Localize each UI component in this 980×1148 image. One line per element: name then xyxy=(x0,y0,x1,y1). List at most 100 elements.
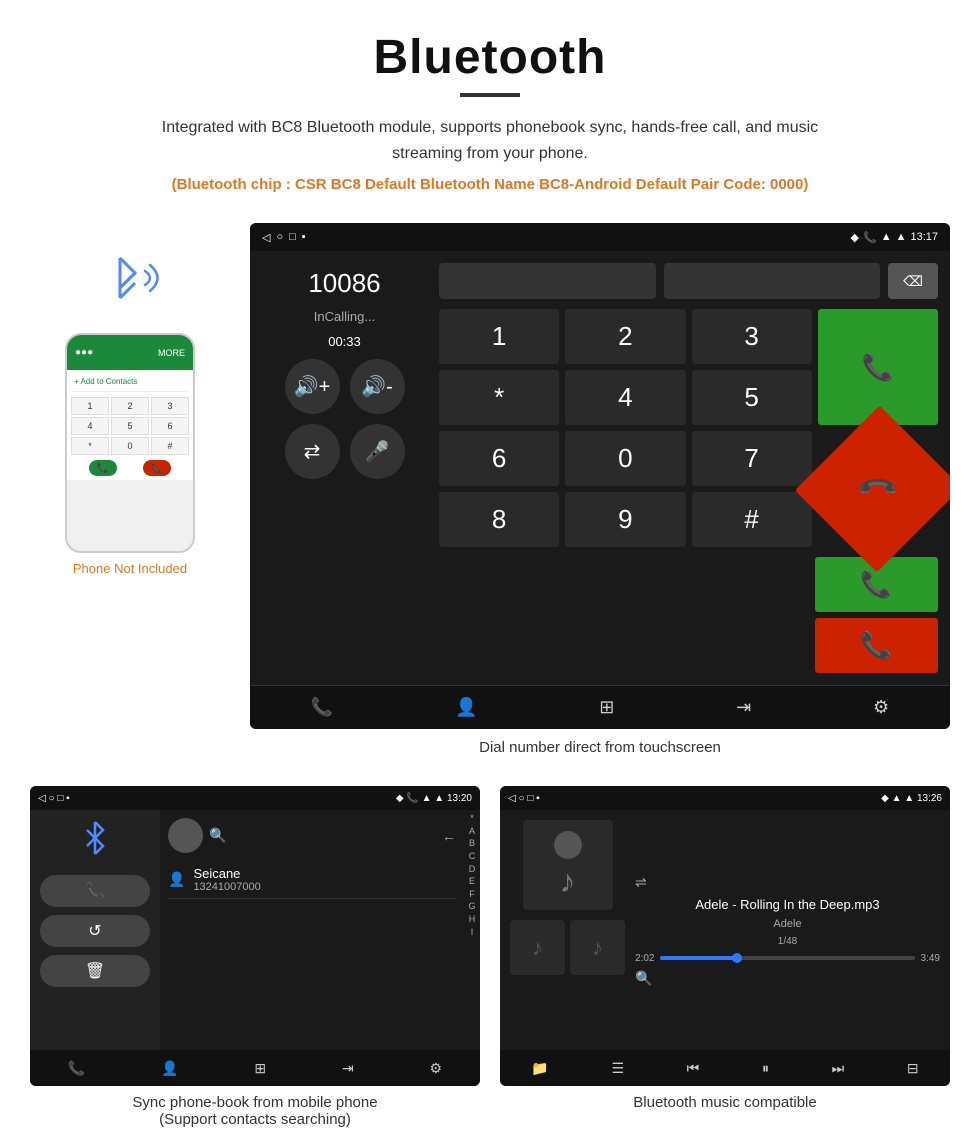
music-nav-next[interactable]: ⏭ xyxy=(832,1060,845,1077)
phone-key-4[interactable]: 4 xyxy=(71,417,109,435)
music-note-icon: ♪ xyxy=(560,863,576,900)
music-nav-folder[interactable]: 📁 xyxy=(531,1060,548,1077)
phone-body: + Add to Contacts 1 2 3 4 5 6 * 0 # 📞 xyxy=(67,370,193,480)
music-shuffle-icon[interactable]: ⇌ xyxy=(635,874,940,891)
nav-transfer-icon[interactable]: ⇥ xyxy=(736,697,751,718)
pb-letter-h[interactable]: H xyxy=(469,913,476,926)
nav-apps-icon[interactable]: ⊞ xyxy=(599,697,614,718)
key-6[interactable]: 6 xyxy=(439,431,559,486)
dial-input-box-1 xyxy=(439,263,656,299)
key-star[interactable]: * xyxy=(439,370,559,425)
pb-nav-transfer[interactable]: ⇥ xyxy=(342,1060,354,1077)
pb-sidebar: 📞 ↺ 🗑 xyxy=(30,810,160,1050)
music-dot-icon: ▪ xyxy=(536,793,540,804)
pb-letter-e[interactable]: E xyxy=(469,875,475,888)
call-red-btn[interactable]: 📞 xyxy=(815,618,938,673)
nav-phone-icon[interactable]: 📞 xyxy=(311,697,333,718)
vol-up-btn[interactable]: 🔊+ xyxy=(285,359,340,414)
swap-btn[interactable]: ⇄ xyxy=(285,424,340,479)
pb-nav-settings[interactable]: ⚙ xyxy=(430,1060,443,1077)
pb-signal-icon: ▲ xyxy=(422,793,432,804)
dial-status-right: ◆ 📞 ▲ ▲ 13:17 xyxy=(851,231,938,244)
pb-letter-c[interactable]: C xyxy=(469,850,476,863)
pb-back-icon: ◁ xyxy=(38,793,46,804)
pb-nav-apps[interactable]: ⊞ xyxy=(254,1060,266,1077)
key-1[interactable]: 1 xyxy=(439,309,559,364)
pb-letter-a[interactable]: A xyxy=(469,825,475,838)
music-nav-list[interactable]: ☰ xyxy=(611,1060,624,1077)
music-wrap: ◁ ○ □ ▪ ◆ ▲ ▲ 13:26 ♪ xyxy=(500,786,950,1128)
music-status-right: ◆ ▲ ▲ 13:26 xyxy=(881,793,942,804)
phone-key-2[interactable]: 2 xyxy=(111,397,149,415)
pb-letter-b[interactable]: B xyxy=(469,837,475,850)
phone-key-3[interactable]: 3 xyxy=(151,397,189,415)
phone-key-8[interactable]: 0 xyxy=(111,437,149,455)
music-progress-bar-row: 2:02 3:49 xyxy=(635,953,940,964)
pb-nav-phone[interactable]: 📞 xyxy=(68,1060,85,1077)
phone-key-5[interactable]: 5 xyxy=(111,417,149,435)
nav-settings-icon[interactable]: ⚙ xyxy=(873,697,889,718)
mic-btn[interactable]: 🎤 xyxy=(350,424,405,479)
pb-home-icon: ○ xyxy=(48,793,54,804)
pb-letter-i[interactable]: I xyxy=(471,926,474,939)
phone-key-9[interactable]: # xyxy=(151,437,189,455)
key-4[interactable]: 4 xyxy=(565,370,685,425)
pb-nav-contacts[interactable]: 👤 xyxy=(161,1060,178,1077)
nav-contacts-icon[interactable]: 👤 xyxy=(455,697,477,718)
music-progress-fill xyxy=(660,956,736,960)
vol-down-btn[interactable]: 🔊- xyxy=(350,359,405,414)
dial-delete-btn[interactable]: ⌫ xyxy=(888,263,938,299)
phone-key-7[interactable]: * xyxy=(71,437,109,455)
phone-key-1[interactable]: 1 xyxy=(71,397,109,415)
pb-main: 🔍 ← 👤 Seicane 13241007000 xyxy=(160,810,480,1050)
dial-status-bar: ◁ ○ □ ▪ ◆ 📞 ▲ ▲ 13:17 xyxy=(250,223,950,251)
pb-search-icon[interactable]: 🔍 xyxy=(209,827,226,844)
key-8[interactable]: 8 xyxy=(439,492,559,547)
music-search-icon[interactable]: 🔍 xyxy=(635,970,940,987)
key-0[interactable]: 0 xyxy=(565,431,685,486)
key-5[interactable]: 5 xyxy=(692,370,812,425)
music-nav-play[interactable]: ⏸ xyxy=(762,1060,769,1077)
music-album-area: ♪ ♪ ♪ xyxy=(510,820,625,1040)
phone-not-included-label: Phone Not Included xyxy=(73,561,187,576)
phone-call-red-btn[interactable]: 📞 xyxy=(143,460,171,476)
dial-content-area: 10086 InCalling... 00:33 🔊+ 🔊- ⇄ 🎤 xyxy=(250,251,950,685)
music-location-icon: ◆ xyxy=(881,793,889,804)
music-progress-bar[interactable] xyxy=(660,956,914,960)
pb-phone-btn[interactable]: 📞 xyxy=(40,875,150,907)
bt-symbol xyxy=(81,820,109,856)
key-7[interactable]: 7 xyxy=(692,431,812,486)
pb-status-right: ◆ 📞 ▲ ▲ 13:20 xyxy=(396,793,472,804)
phone-call-green-btn[interactable]: 📞 xyxy=(89,460,117,476)
pb-letter-d[interactable]: D xyxy=(469,863,476,876)
dial-screen-caption: Dial number direct from touchscreen xyxy=(250,739,950,756)
time-display: 13:17 xyxy=(910,231,938,243)
pb-contact-number: 13241007000 xyxy=(193,881,260,893)
music-small-art-1: ♪ xyxy=(510,920,565,975)
bluetooth-specs: (Bluetooth chip : CSR BC8 Default Blueto… xyxy=(20,176,960,193)
pb-letter-g[interactable]: G xyxy=(468,900,475,913)
pb-wifi-icon: ▲ xyxy=(434,793,444,804)
music-small-art-2: ♪ xyxy=(570,920,625,975)
numpad-end-btn[interactable]: 📞 xyxy=(794,406,950,573)
key-9[interactable]: 9 xyxy=(565,492,685,547)
pb-delete-btn[interactable]: 🗑 xyxy=(40,955,150,987)
music-nav-prev[interactable]: ⏮ xyxy=(687,1060,700,1077)
key-3[interactable]: 3 xyxy=(692,309,812,364)
phonebook-caption-line1: Sync phone-book from mobile phone xyxy=(30,1094,480,1111)
dial-right-panel: ⌫ 1 2 3 * 4 5 6 0 7 8 9 # xyxy=(439,263,938,673)
pb-letter-star[interactable]: * xyxy=(470,812,474,825)
home-icon: ○ xyxy=(276,231,283,243)
phone-key-6[interactable]: 6 xyxy=(151,417,189,435)
music-nav-eq[interactable]: ⊟ xyxy=(907,1060,919,1077)
pb-letter-f[interactable]: F xyxy=(469,888,475,901)
phone-screen-bar: ●●● MORE xyxy=(67,335,193,370)
key-2[interactable]: 2 xyxy=(565,309,685,364)
bottom-screens: ◁ ○ □ ▪ ◆ 📞 ▲ ▲ 13:20 xyxy=(0,786,980,1128)
key-hash[interactable]: # xyxy=(692,492,812,547)
pb-contact-list: 🔍 ← 👤 Seicane 13241007000 xyxy=(160,810,464,1050)
pb-sync-btn[interactable]: ↺ xyxy=(40,915,150,947)
page-header: Bluetooth Integrated with BC8 Bluetooth … xyxy=(0,0,980,223)
pb-contact-item[interactable]: 👤 Seicane 13241007000 xyxy=(168,861,456,899)
dot-icon: ▪ xyxy=(302,231,306,243)
